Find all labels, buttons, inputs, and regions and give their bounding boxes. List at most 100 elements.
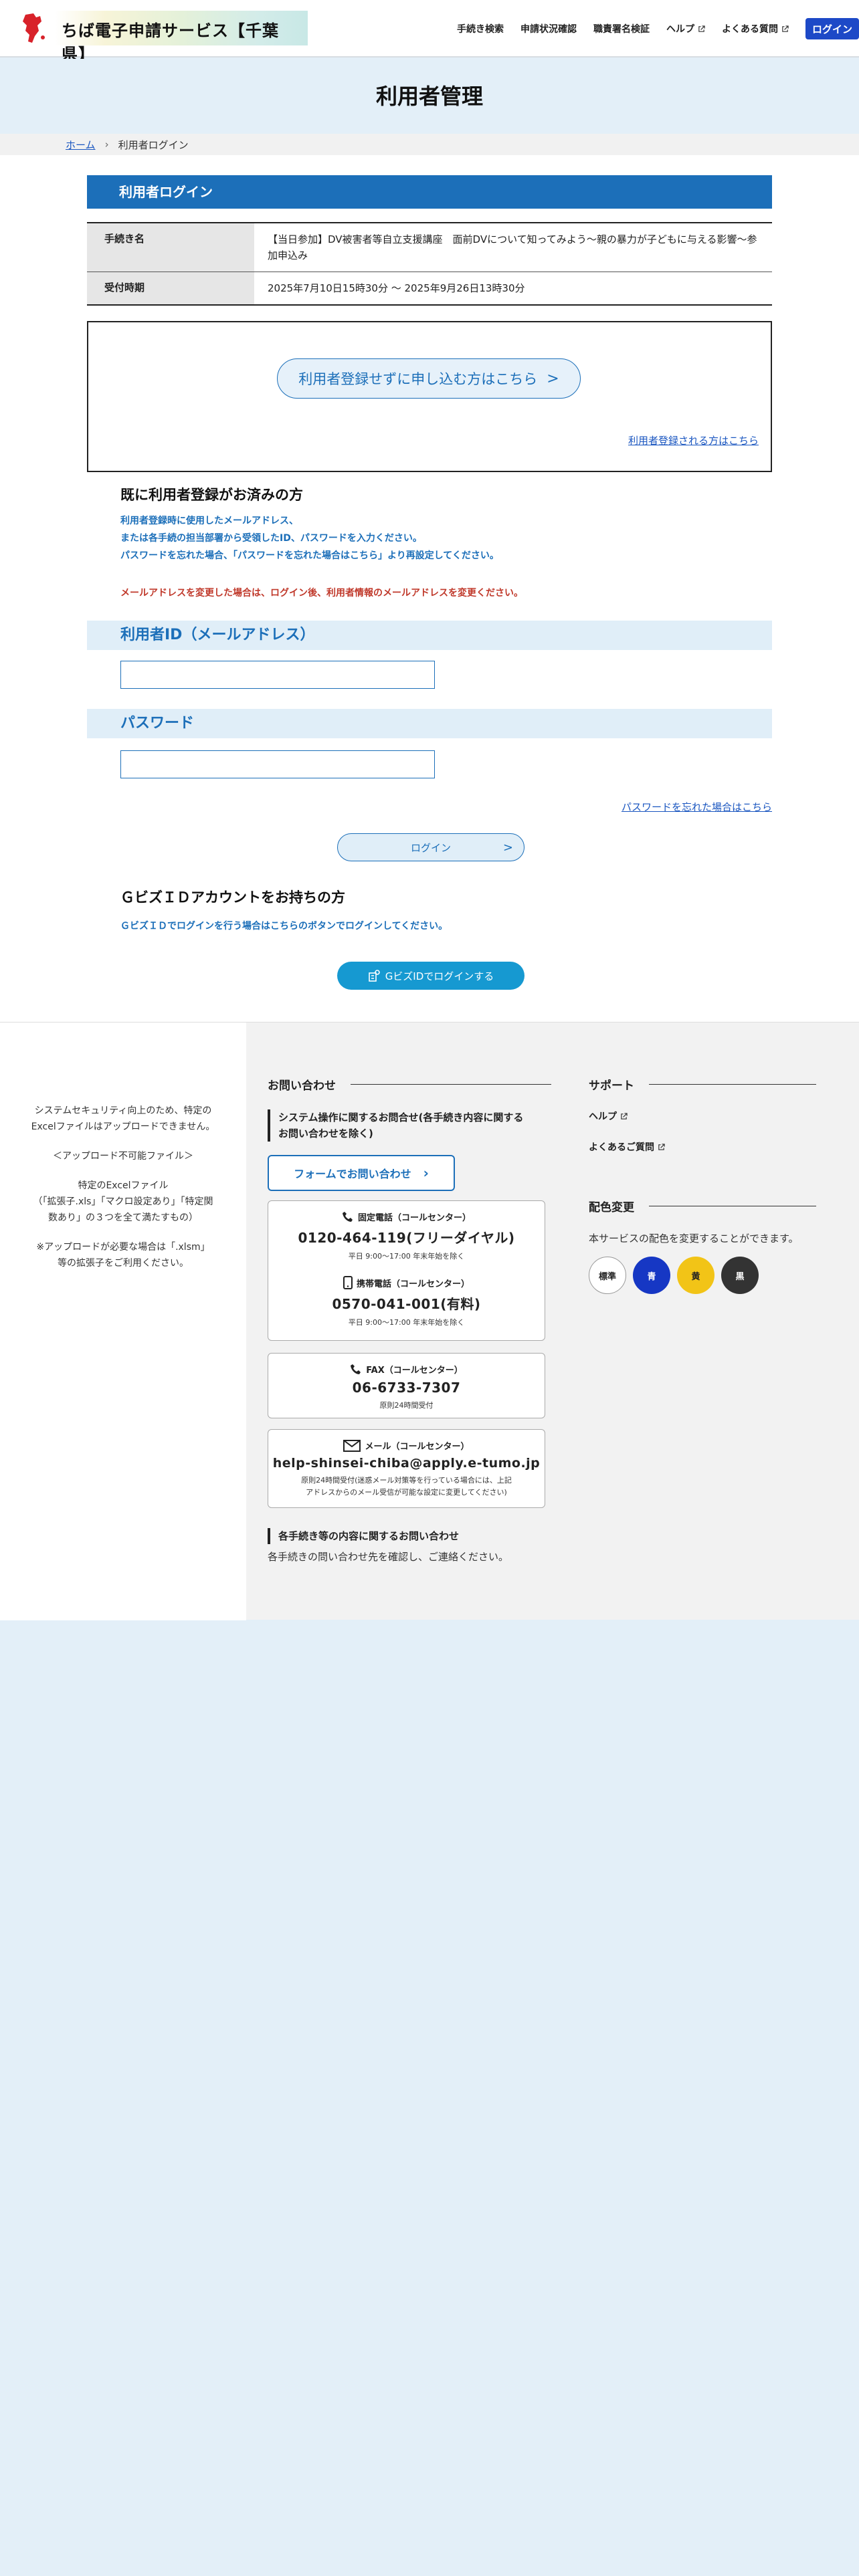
login-instruction-line: 利用者登録時に使用したメールアドレス、 [120, 516, 298, 526]
color-standard-button[interactable]: 標準 [589, 1257, 626, 1294]
system-inquiry-heading: システム操作に関するお問合せ(各手続き内容に関する お問い合わせを除く) [268, 1109, 523, 1142]
divider [351, 1084, 551, 1085]
fax-number: 06-6733-7307 [352, 1380, 461, 1396]
mail-note-line: 原則24時間受付(迷惑メール対策等を行っている場合には、上記 [301, 1476, 512, 1485]
login-instruction-line: パスワードを忘れた場合、「パスワードを忘れた場合はこちら」より再設定してください… [120, 550, 499, 561]
login-instruction-line: または各手続の担当部署から受領したID、パスワードを入力ください。 [120, 533, 422, 544]
mail-note: 原則24時間受付(迷惑メール対策等を行っている場合には、上記 アドレスからのメー… [268, 1475, 545, 1499]
notice-line: （「拡張子.xls」「マクロ設定あり」「特定関 [33, 1196, 213, 1207]
notice-line: システムセキュリティ向上のため、特定の [34, 1105, 212, 1116]
procedure-info-table: 手続き名 【当日参加】DV被害者等自立支援講座 面前DVについて知ってみよう～親… [87, 222, 772, 306]
chiba-prefecture-icon [23, 13, 45, 43]
login-section-heading: 利用者ログイン [87, 175, 772, 209]
user-id-input[interactable] [120, 661, 435, 689]
mail-contact-box: メール（コールセンター） help-shinsei-chiba@apply.e-… [268, 1429, 545, 1508]
footer-faq-link[interactable]: よくあるご質問 [589, 1140, 665, 1154]
gbiz-heading: ＧビズＩＤアカウントをお持ちの方 [120, 889, 345, 905]
landline-number: 0120-464-119(フリーダイヤル) [298, 1230, 515, 1246]
color-yellow-button[interactable]: 黄 [677, 1257, 714, 1294]
support-title-text: サポート [589, 1079, 634, 1093]
contact-form-label: フォームでお問い合わせ [294, 1168, 411, 1180]
header-login-button[interactable]: ログイン [805, 18, 859, 39]
password-input[interactable] [120, 750, 435, 778]
procedure-inquiry-text: 各手続きの問い合わせ先を確認し、ご連絡ください。 [268, 1551, 509, 1563]
notice-line: 等の拡張子をご利用ください。 [58, 1258, 189, 1269]
phone-icon [351, 1364, 361, 1374]
nav-faq[interactable]: よくある質問 [722, 22, 789, 35]
breadcrumb-current: 利用者ログイン [118, 138, 189, 151]
notice-line: 特定のExcelファイル [78, 1180, 169, 1191]
divider [649, 1084, 816, 1085]
mobile-phone-icon [343, 1276, 353, 1289]
gbiz-note: ＧビズＩＤでログインを行う場合はこちらのボタンでログインしてください。 [120, 921, 448, 932]
password-label: パスワード [87, 709, 772, 738]
mobile-hours: 平日 9:00～17:00 年末年始を除く [348, 1318, 465, 1327]
phone-contact-box: 固定電話（コールセンター） 0120-464-119(フリーダイヤル) 平日 9… [268, 1200, 545, 1341]
gbiz-login-button[interactable]: GビズIDでログインする [337, 962, 524, 990]
gbiz-id-icon [368, 970, 380, 982]
system-inquiry-line: お問い合わせを除く) [278, 1128, 373, 1140]
chevron-right-icon: > [547, 370, 559, 387]
mail-note-line: アドレスからのメール受信が可能な設定に変更してください) [306, 1488, 507, 1497]
site-title: ちば電子申請サービス【千葉県】 [62, 21, 279, 64]
period-label: 受付時期 [87, 272, 254, 304]
chevron-right-icon: › [423, 1165, 429, 1181]
gbiz-login-label: GビズIDでログインする [385, 970, 494, 982]
contact-title-text: お問い合わせ [268, 1079, 336, 1093]
color-change-title-text: 配色変更 [589, 1201, 634, 1214]
site-logo[interactable]: ちば電子申請サービス【千葉県】 [8, 8, 308, 64]
mail-label: メール（コールセンター） [268, 1439, 545, 1452]
procedure-inquiry-heading: 各手続き等の内容に関するお問い合わせ [268, 1528, 459, 1544]
fax-label: FAX（コールセンター） [268, 1363, 545, 1376]
guest-apply-box: 利用者登録せずに申し込む方はこちら > 利用者登録される方はこちら [87, 321, 772, 472]
table-row: 手続き名 【当日参加】DV被害者等自立支援講座 面前DVについて知ってみよう～親… [87, 223, 772, 272]
mobile-number: 0570-041-001(有料) [332, 1296, 481, 1312]
register-user-link[interactable]: 利用者登録される方はこちら [628, 433, 759, 447]
notice-line: ＜アップロード不可能ファイル＞ [53, 1151, 193, 1162]
contact-title: お問い合わせ [268, 1076, 551, 1093]
nav-help[interactable]: ヘルプ [666, 22, 705, 35]
system-inquiry-line: システム操作に関するお問合せ(各手続き内容に関する [278, 1111, 524, 1123]
mail-address: help-shinsei-chiba@apply.e-tumo.jp [272, 1456, 541, 1471]
color-black-button[interactable]: 黒 [721, 1257, 759, 1294]
external-link-icon [782, 25, 789, 32]
breadcrumb-home-link[interactable]: ホーム [66, 138, 96, 152]
fax-contact-box: FAX（コールセンター） 06-6733-7307 原則24時間受付 [268, 1353, 545, 1418]
site-header: ちば電子申請サービス【千葉県】 手続き検索 申請状況確認 職責署名検証 ヘルプ … [0, 0, 859, 64]
footer-help-link[interactable]: ヘルプ [589, 1109, 628, 1123]
site-footer: システムセキュリティ向上のため、特定の Excelファイルはアップロードできません… [0, 1022, 859, 1620]
nav-signature-verify[interactable]: 職責署名検証 [593, 22, 650, 35]
apply-without-registration-label: 利用者登録せずに申し込む方はこちら [298, 371, 538, 387]
landline-hours: 平日 9:00～17:00 年末年始を除く [348, 1252, 465, 1261]
procedure-label: 手続き名 [87, 223, 254, 272]
registered-users-heading: 既に利用者登録がお済みの方 [120, 487, 303, 503]
forgot-password-link[interactable]: パスワードを忘れた場合はこちら [622, 800, 772, 814]
login-instructions: 利用者登録時に使用したメールアドレス、 または各手続の担当部署から受領したID、… [120, 512, 499, 564]
page-title-band: 利用者管理 [0, 59, 859, 134]
login-button-label: ログイン [410, 841, 451, 854]
color-blue-button[interactable]: 青 [633, 1257, 670, 1294]
mail-icon [343, 1439, 361, 1452]
notice-line: 数あり」の３つを全て満たすもの） [48, 1212, 198, 1223]
login-button[interactable]: ログイン > [337, 833, 524, 861]
fax-hours: 原則24時間受付 [379, 1401, 434, 1410]
notice-line: ※アップロードが必要な場合は「.xlsm」 [36, 1242, 210, 1253]
nav-application-status[interactable]: 申請状況確認 [520, 22, 577, 35]
procedure-value: 【当日参加】DV被害者等自立支援講座 面前DVについて知ってみよう～親の暴力が子… [268, 233, 757, 261]
apply-without-registration-button[interactable]: 利用者登録せずに申し込む方はこちら > [277, 358, 581, 399]
external-link-icon [621, 1112, 628, 1119]
upload-restriction-notice: システムセキュリティ向上のため、特定の Excelファイルはアップロードできません… [0, 1023, 246, 1620]
chevron-right-icon: > [502, 840, 513, 855]
external-link-icon [658, 1143, 665, 1150]
email-change-warning: メールアドレスを変更した場合は、ログイン後、利用者情報のメールアドレスを変更くだ… [120, 588, 523, 599]
page-title: 利用者管理 [375, 84, 483, 109]
table-row: 受付時期 2025年7月10日15時30分 ～ 2025年9月26日13時30分 [87, 272, 772, 304]
phone-icon [342, 1211, 353, 1222]
notice-line: Excelファイルはアップロードできません。 [31, 1121, 215, 1132]
period-value: 2025年7月10日15時30分 ～ 2025年9月26日13時30分 [268, 282, 525, 294]
contact-form-button[interactable]: フォームでお問い合わせ › [268, 1155, 455, 1191]
global-nav: 手続き検索 申請状況確認 職責署名検証 ヘルプ よくある質問 ログイン [457, 0, 859, 58]
nav-procedure-search[interactable]: 手続き検索 [457, 22, 504, 35]
external-link-icon [698, 25, 705, 32]
chevron-right-icon: › [104, 138, 109, 150]
